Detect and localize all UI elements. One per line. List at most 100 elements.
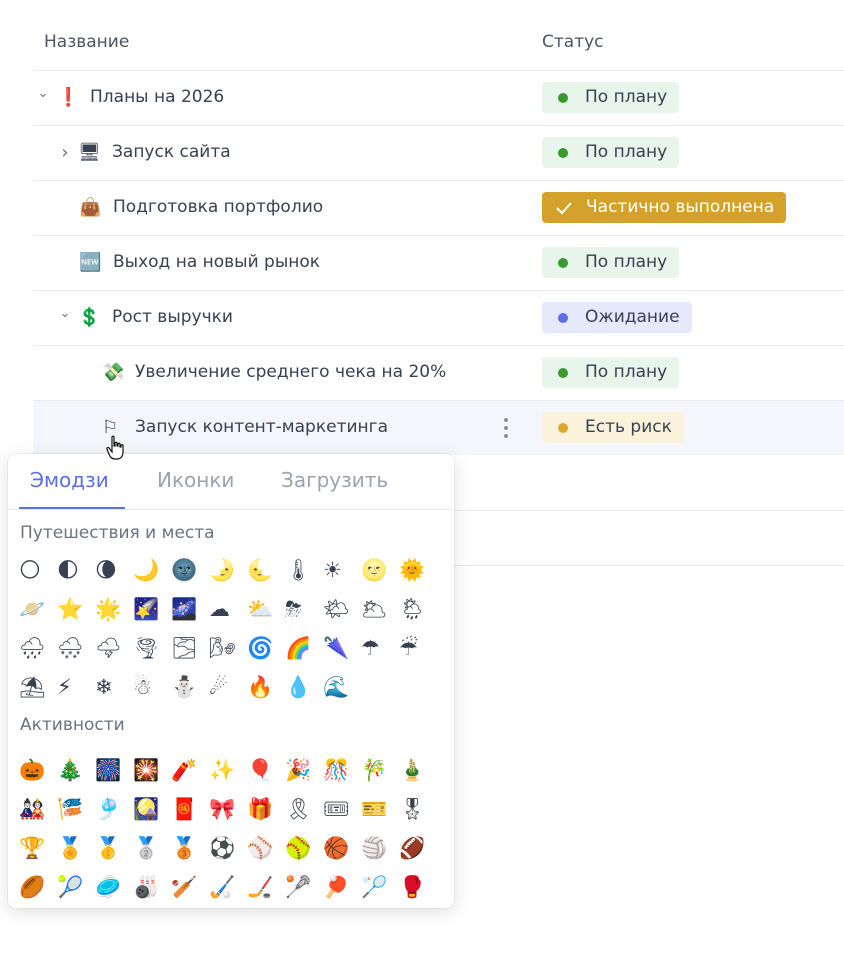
emoji-button[interactable]: ☄ [209, 668, 247, 707]
row-name[interactable]: Планы на 2026 [90, 87, 224, 107]
emoji-button[interactable]: 🪐 [19, 590, 57, 629]
emoji-button[interactable]: 🥏 [95, 868, 133, 907]
chevron-down-icon[interactable]: ⌄ [35, 86, 51, 101]
emoji-button[interactable]: 🥇 [95, 829, 133, 868]
emoji-button[interactable]: 🎟 [323, 790, 361, 829]
emoji-button[interactable]: 🏆 [19, 829, 57, 868]
row-name[interactable]: Запуск сайта [112, 142, 231, 162]
emoji-button[interactable]: ⛅ [247, 590, 285, 629]
row-name[interactable]: Запуск контент-маркетинга [135, 417, 388, 437]
tab-emoji[interactable]: Эмодзи [30, 468, 109, 492]
emoji-button[interactable]: ☂ [361, 629, 399, 668]
emoji-button[interactable]: 🏐 [361, 829, 399, 868]
emoji-button[interactable]: 🏅 [57, 829, 95, 868]
emoji-button[interactable]: 🎗 [285, 790, 323, 829]
emoji-button[interactable]: 🥉 [171, 829, 209, 868]
emoji-button[interactable]: 🌤 [323, 590, 361, 629]
emoji-button[interactable]: 🌊 [323, 668, 361, 707]
emoji-button[interactable]: ⛈ [285, 590, 323, 629]
emoji-button[interactable]: ⚡ [57, 668, 95, 707]
row-name[interactable]: Подготовка портфолио [113, 197, 323, 217]
emoji-button[interactable]: 🏀 [323, 829, 361, 868]
emoji-button[interactable]: 💧 [285, 668, 323, 707]
emoji-button[interactable]: 🎑 [133, 790, 171, 829]
emoji-button[interactable]: 🌙 [133, 551, 171, 590]
emoji-button[interactable]: 🌠 [133, 590, 171, 629]
chevron-down-icon[interactable]: ⌄ [57, 306, 73, 321]
emoji-button[interactable]: 🔥 [247, 668, 285, 707]
emoji-button[interactable]: 🎈 [247, 751, 285, 790]
emoji-button[interactable]: ☁ [209, 590, 247, 629]
emoji-button[interactable]: 🌘 [95, 551, 133, 590]
status-badge[interactable]: По плану [542, 82, 680, 113]
emoji-button[interactable]: 🏏 [171, 868, 209, 907]
emoji-button[interactable]: 🌨 [57, 629, 95, 668]
emoji-button[interactable]: 🌡 [285, 551, 323, 590]
emoji-button[interactable]: 🏓 [323, 868, 361, 907]
emoji-button[interactable]: 🌜 [247, 551, 285, 590]
tab-upload[interactable]: Загрузить [281, 468, 388, 492]
emoji-button[interactable]: 🌈 [285, 629, 323, 668]
emoji-button[interactable]: 🌛 [209, 551, 247, 590]
emoji-button[interactable]: 🧨 [171, 751, 209, 790]
emoji-button[interactable]: 🎊 [323, 751, 361, 790]
emoji-button[interactable]: 🌩 [95, 629, 133, 668]
emoji-button[interactable]: 🏈 [399, 829, 437, 868]
emoji-button[interactable]: ✨ [209, 751, 247, 790]
emoji-button[interactable]: 🏒 [247, 868, 285, 907]
emoji-button[interactable]: 🌞 [399, 551, 437, 590]
emoji-button[interactable]: 🌓 [57, 551, 95, 590]
status-badge[interactable]: Ожидание [542, 302, 692, 333]
money-icon[interactable]: 💸 [102, 362, 124, 384]
emoji-button[interactable]: 🌦 [399, 590, 437, 629]
row-name[interactable]: Выход на новый рынок [113, 252, 320, 272]
emoji-button[interactable]: 🎁 [247, 790, 285, 829]
emoji-button[interactable]: ☔ [399, 629, 437, 668]
column-header-status[interactable]: Статус [542, 32, 604, 52]
emoji-button[interactable]: 🌬 [209, 629, 247, 668]
emoji-button[interactable]: 🏑 [209, 868, 247, 907]
emoji-button[interactable]: 🌂 [323, 629, 361, 668]
emoji-button[interactable]: ☀ [323, 551, 361, 590]
emoji-button[interactable]: 🌀 [247, 629, 285, 668]
exclamation-icon[interactable]: ❗ [57, 87, 79, 109]
emoji-button[interactable]: 🎍 [399, 751, 437, 790]
monitor-icon[interactable]: 🖥 [78, 142, 101, 164]
emoji-button[interactable]: 🎐 [95, 790, 133, 829]
emoji-button[interactable]: 🎄 [57, 751, 95, 790]
emoji-button[interactable]: ⭐ [57, 590, 95, 629]
emoji-button[interactable]: 🌝 [361, 551, 399, 590]
emoji-button[interactable]: 🎇 [133, 751, 171, 790]
emoji-button[interactable]: 🎳 [133, 868, 171, 907]
emoji-button[interactable]: 🎋 [361, 751, 399, 790]
emoji-button[interactable]: 🌧 [19, 629, 57, 668]
column-header-name[interactable]: Название [44, 32, 129, 52]
emoji-button[interactable]: 🌟 [95, 590, 133, 629]
tab-icons[interactable]: Иконки [157, 468, 234, 492]
status-badge[interactable]: По плану [542, 247, 680, 278]
status-badge[interactable]: Частично выполнена [542, 192, 787, 223]
emoji-button[interactable]: 🏸 [361, 868, 399, 907]
emoji-button[interactable]: 🏉 [19, 868, 57, 907]
handbag-icon[interactable]: 👜 [79, 197, 101, 219]
emoji-button[interactable]: ⚽ [209, 829, 247, 868]
new-button-icon[interactable]: 🆕 [79, 252, 101, 274]
emoji-button[interactable]: 🎉 [285, 751, 323, 790]
more-options-icon[interactable] [500, 416, 512, 440]
emoji-button[interactable]: 🥊 [399, 868, 437, 907]
dollar-icon[interactable]: 💲 [78, 307, 100, 329]
emoji-button[interactable]: ❄ [95, 668, 133, 707]
emoji-button[interactable]: 🌥 [361, 590, 399, 629]
emoji-button[interactable]: 🎆 [95, 751, 133, 790]
status-badge[interactable]: По плану [542, 357, 680, 388]
row-name[interactable]: Увеличение среднего чека на 20% [135, 362, 446, 382]
emoji-button[interactable]: 🥍 [285, 868, 323, 907]
emoji-button[interactable]: ⚾ [247, 829, 285, 868]
status-badge[interactable]: По плану [542, 137, 680, 168]
chevron-right-icon[interactable]: › [57, 142, 73, 163]
emoji-button[interactable]: 🎀 [209, 790, 247, 829]
emoji-button[interactable]: 🧧 [171, 790, 209, 829]
emoji-button[interactable]: 🌫 [171, 629, 209, 668]
emoji-button[interactable]: 🥎 [285, 829, 323, 868]
emoji-button[interactable]: 🎖 [399, 790, 437, 829]
